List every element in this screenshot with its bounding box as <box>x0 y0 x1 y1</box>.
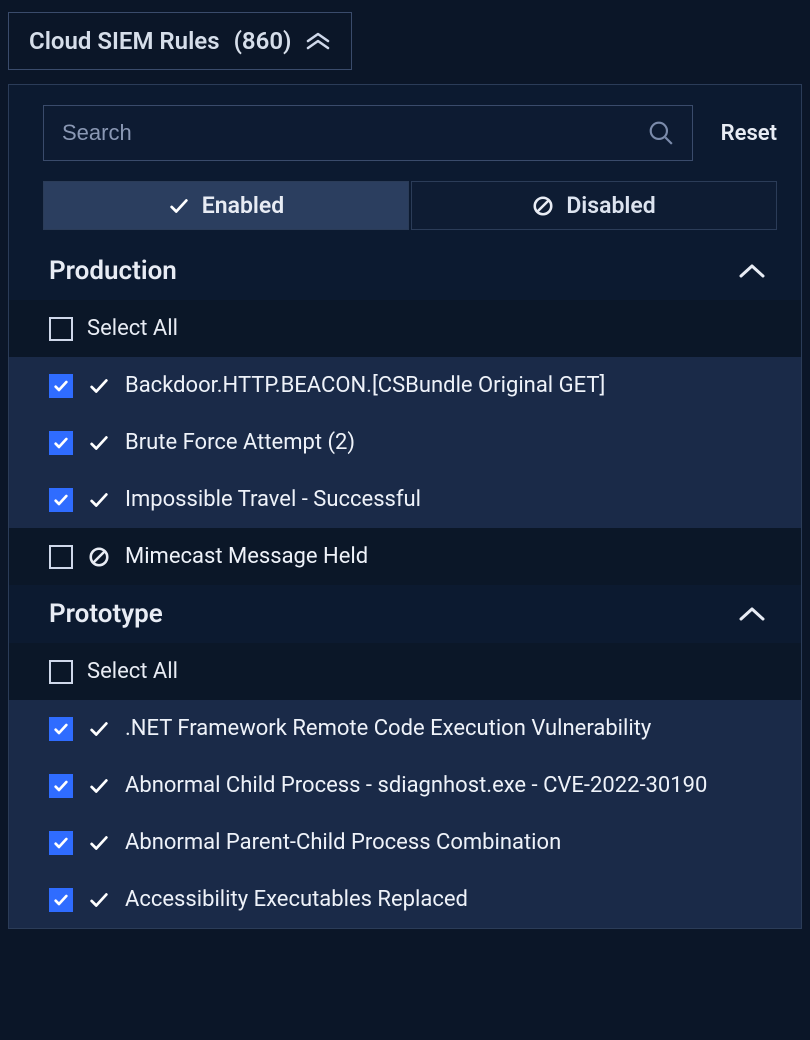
checkbox[interactable] <box>49 488 73 512</box>
rules-panel: Reset Enabled Disabled Production <box>8 84 802 929</box>
rule-row[interactable]: Abnormal Child Process - sdiagnhost.exe … <box>9 757 801 814</box>
rule-label: Backdoor.HTTP.BEACON.[CSBundle Original … <box>125 373 605 398</box>
check-icon <box>87 432 111 454</box>
collapse-icon <box>305 32 331 50</box>
chevron-up-icon <box>737 263 767 279</box>
rule-label: Accessibility Executables Replaced <box>125 887 468 912</box>
select-all-row[interactable]: Select All <box>9 300 801 357</box>
panel-count: (860) <box>234 27 292 55</box>
reset-button[interactable]: Reset <box>721 121 777 146</box>
checkbox[interactable] <box>49 831 73 855</box>
section-title: Production <box>49 256 177 286</box>
check-icon <box>87 489 111 511</box>
check-icon <box>168 195 190 217</box>
check-icon <box>87 889 111 911</box>
chevron-up-icon <box>737 606 767 622</box>
checkbox[interactable] <box>49 545 73 569</box>
checkbox[interactable] <box>49 374 73 398</box>
rule-label: Mimecast Message Held <box>125 544 368 569</box>
section-header-production[interactable]: Production <box>9 242 801 300</box>
checkbox[interactable] <box>49 660 73 684</box>
search-icon <box>648 120 674 146</box>
panel-header[interactable]: Cloud SIEM Rules (860) <box>8 12 352 70</box>
select-all-row[interactable]: Select All <box>9 643 801 700</box>
rule-label: .NET Framework Remote Code Execution Vul… <box>125 716 651 741</box>
check-icon <box>87 375 111 397</box>
section-header-prototype[interactable]: Prototype <box>9 585 801 643</box>
rule-row[interactable]: Mimecast Message Held <box>9 528 801 585</box>
checkbox[interactable] <box>49 431 73 455</box>
rule-row[interactable]: .NET Framework Remote Code Execution Vul… <box>9 700 801 757</box>
rule-row[interactable]: Brute Force Attempt (2) <box>9 414 801 471</box>
search-box[interactable] <box>43 105 693 161</box>
panel-title: Cloud SIEM Rules <box>29 27 220 55</box>
section-title: Prototype <box>49 599 163 629</box>
tab-enabled[interactable]: Enabled <box>43 181 409 230</box>
search-input[interactable] <box>62 120 648 146</box>
ban-icon <box>87 546 111 568</box>
rule-label: Abnormal Parent-Child Process Combinatio… <box>125 830 561 855</box>
rule-row[interactable]: Accessibility Executables Replaced <box>9 871 801 928</box>
select-all-label: Select All <box>87 659 178 684</box>
ban-icon <box>532 195 554 217</box>
status-filter: Enabled Disabled <box>9 181 801 242</box>
tab-disabled-label: Disabled <box>566 192 655 219</box>
check-icon <box>87 832 111 854</box>
checkbox[interactable] <box>49 717 73 741</box>
checkbox[interactable] <box>49 888 73 912</box>
check-icon <box>87 718 111 740</box>
tab-disabled[interactable]: Disabled <box>411 181 777 230</box>
rule-label: Abnormal Child Process - sdiagnhost.exe … <box>125 773 707 798</box>
checkbox[interactable] <box>49 317 73 341</box>
rule-row[interactable]: Impossible Travel - Successful <box>9 471 801 528</box>
checkbox[interactable] <box>49 774 73 798</box>
rule-label: Impossible Travel - Successful <box>125 487 421 512</box>
tab-enabled-label: Enabled <box>202 192 284 219</box>
rule-row[interactable]: Backdoor.HTTP.BEACON.[CSBundle Original … <box>9 357 801 414</box>
search-row: Reset <box>9 105 801 181</box>
rule-label: Brute Force Attempt (2) <box>125 430 355 455</box>
check-icon <box>87 775 111 797</box>
rule-row[interactable]: Abnormal Parent-Child Process Combinatio… <box>9 814 801 871</box>
select-all-label: Select All <box>87 316 178 341</box>
